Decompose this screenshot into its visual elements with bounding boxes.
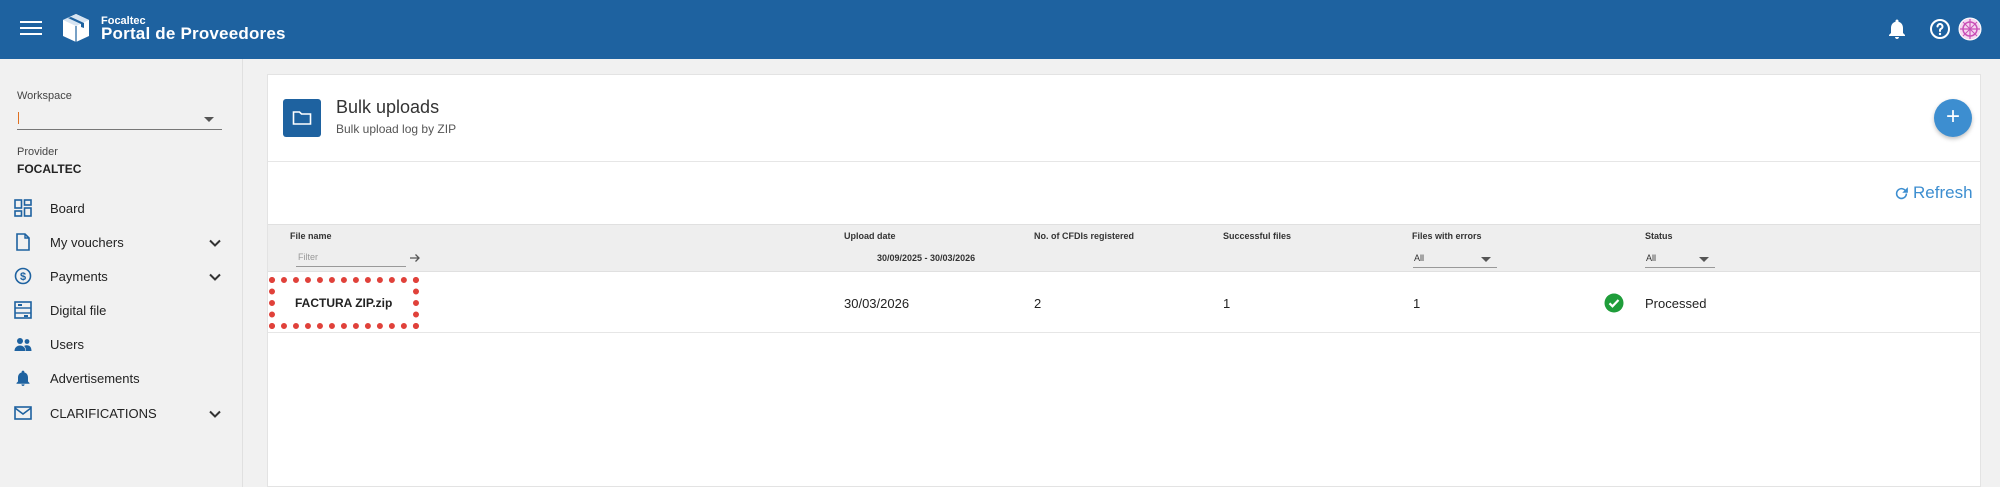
dropdown-caret-icon	[204, 117, 214, 122]
file-name-cell[interactable]: FACTURA ZIP.zip	[295, 296, 392, 310]
workspace-label: Workspace	[17, 90, 72, 102]
folder-icon	[292, 111, 312, 125]
column-header-file-name[interactable]: File name	[290, 231, 332, 241]
cfdis-registered-cell: 2	[1034, 296, 1042, 311]
chevron-down-icon[interactable]	[208, 270, 222, 284]
sidebar-item-label: Payments	[50, 269, 108, 284]
column-header-upload-date[interactable]: Upload date	[844, 231, 896, 241]
upload-date-range-filter[interactable]: 30/09/2025 - 30/03/2026	[877, 253, 975, 263]
table-row[interactable]: FACTURA ZIP.zip 30/03/2026 2 1 1 Process…	[268, 273, 1980, 333]
card-header: Bulk uploads Bulk upload log by ZIP +	[268, 75, 1980, 162]
sidebar-item-digital-file[interactable]: Digital file	[0, 295, 243, 325]
table-filter-row: 30/09/2025 - 30/03/2026 All All	[268, 244, 1980, 272]
column-header-cfdis-registered[interactable]: No. of CFDIs registered	[1034, 231, 1134, 241]
notification-bell-icon[interactable]	[1885, 17, 1909, 41]
app-title[interactable]: Portal de Proveedores	[101, 24, 286, 44]
sidebar-item-label: Digital file	[50, 303, 107, 318]
avatar[interactable]	[1958, 17, 1982, 41]
successful-files-cell: 1	[1223, 296, 1231, 311]
arrow-right-icon[interactable]	[408, 251, 422, 265]
users-icon	[14, 338, 32, 351]
plus-icon: +	[1945, 103, 1960, 130]
help-icon[interactable]	[1928, 17, 1952, 41]
sidebar-item-board[interactable]: Board	[0, 193, 243, 223]
column-header-successful-files[interactable]: Successful files	[1223, 231, 1291, 241]
sidebar: Workspace Provider FOCALTEC Board My vou…	[0, 59, 243, 487]
digital-file-icon	[14, 301, 32, 319]
page-subtitle: Bulk upload log by ZIP	[336, 122, 457, 136]
column-header-files-with-errors[interactable]: Files with errors	[1412, 231, 1482, 241]
column-header-status[interactable]: Status	[1645, 231, 1673, 241]
mail-icon	[14, 406, 32, 420]
sidebar-item-label: Advertisements	[50, 371, 140, 386]
status-cell: Processed	[1645, 296, 1707, 311]
dollar-icon: $	[14, 267, 32, 285]
table-header: File name Upload date No. of CFDIs regis…	[268, 224, 1980, 244]
sidebar-item-my-vouchers[interactable]: My vouchers	[0, 227, 243, 257]
check-circle-icon	[1604, 293, 1624, 313]
sidebar-item-label: Users	[50, 337, 84, 352]
bulk-uploads-card: Bulk uploads Bulk upload log by ZIP + Re…	[267, 74, 1981, 487]
provider-label: Provider	[17, 146, 58, 158]
workspace-select[interactable]	[17, 108, 222, 130]
dropdown-caret-icon	[1699, 257, 1709, 262]
status-filter-value: All	[1646, 253, 1657, 263]
bell-icon	[16, 370, 30, 386]
dropdown-caret-icon	[1481, 257, 1491, 262]
add-upload-button[interactable]: +	[1934, 99, 1972, 137]
files-with-errors-filter-value: All	[1414, 253, 1425, 263]
sidebar-item-label: CLARIFICATIONS	[50, 406, 157, 421]
sidebar-item-advertisements[interactable]: Advertisements	[0, 363, 243, 393]
upload-date-cell: 30/03/2026	[844, 296, 910, 311]
sidebar-item-label: Board	[50, 201, 85, 216]
files-with-errors-cell: 1	[1413, 296, 1421, 311]
status-filter-select[interactable]: All	[1645, 248, 1715, 268]
menu-icon[interactable]	[20, 18, 42, 40]
sidebar-item-clarifications[interactable]: CLARIFICATIONS	[0, 398, 243, 428]
refresh-icon	[1895, 187, 1908, 200]
logo-icon	[63, 14, 89, 42]
chevron-down-icon[interactable]	[208, 407, 222, 421]
document-icon	[16, 233, 30, 251]
dashboard-icon	[14, 199, 32, 217]
chevron-down-icon[interactable]	[208, 236, 222, 250]
files-with-errors-filter-select[interactable]: All	[1413, 248, 1497, 268]
svg-text:$: $	[20, 271, 26, 283]
file-name-filter-input[interactable]	[296, 248, 406, 267]
sidebar-item-users[interactable]: Users	[0, 329, 243, 359]
provider-value: FOCALTEC	[17, 162, 82, 176]
top-bar: Focaltec Portal de Proveedores	[0, 0, 2000, 59]
sidebar-item-payments[interactable]: $ Payments	[0, 261, 243, 291]
refresh-label: Refresh	[1913, 183, 1973, 202]
page-title: Bulk uploads	[336, 97, 440, 117]
sidebar-item-label: My vouchers	[50, 235, 124, 250]
folder-icon-box	[283, 99, 321, 137]
text-cursor	[18, 112, 19, 124]
